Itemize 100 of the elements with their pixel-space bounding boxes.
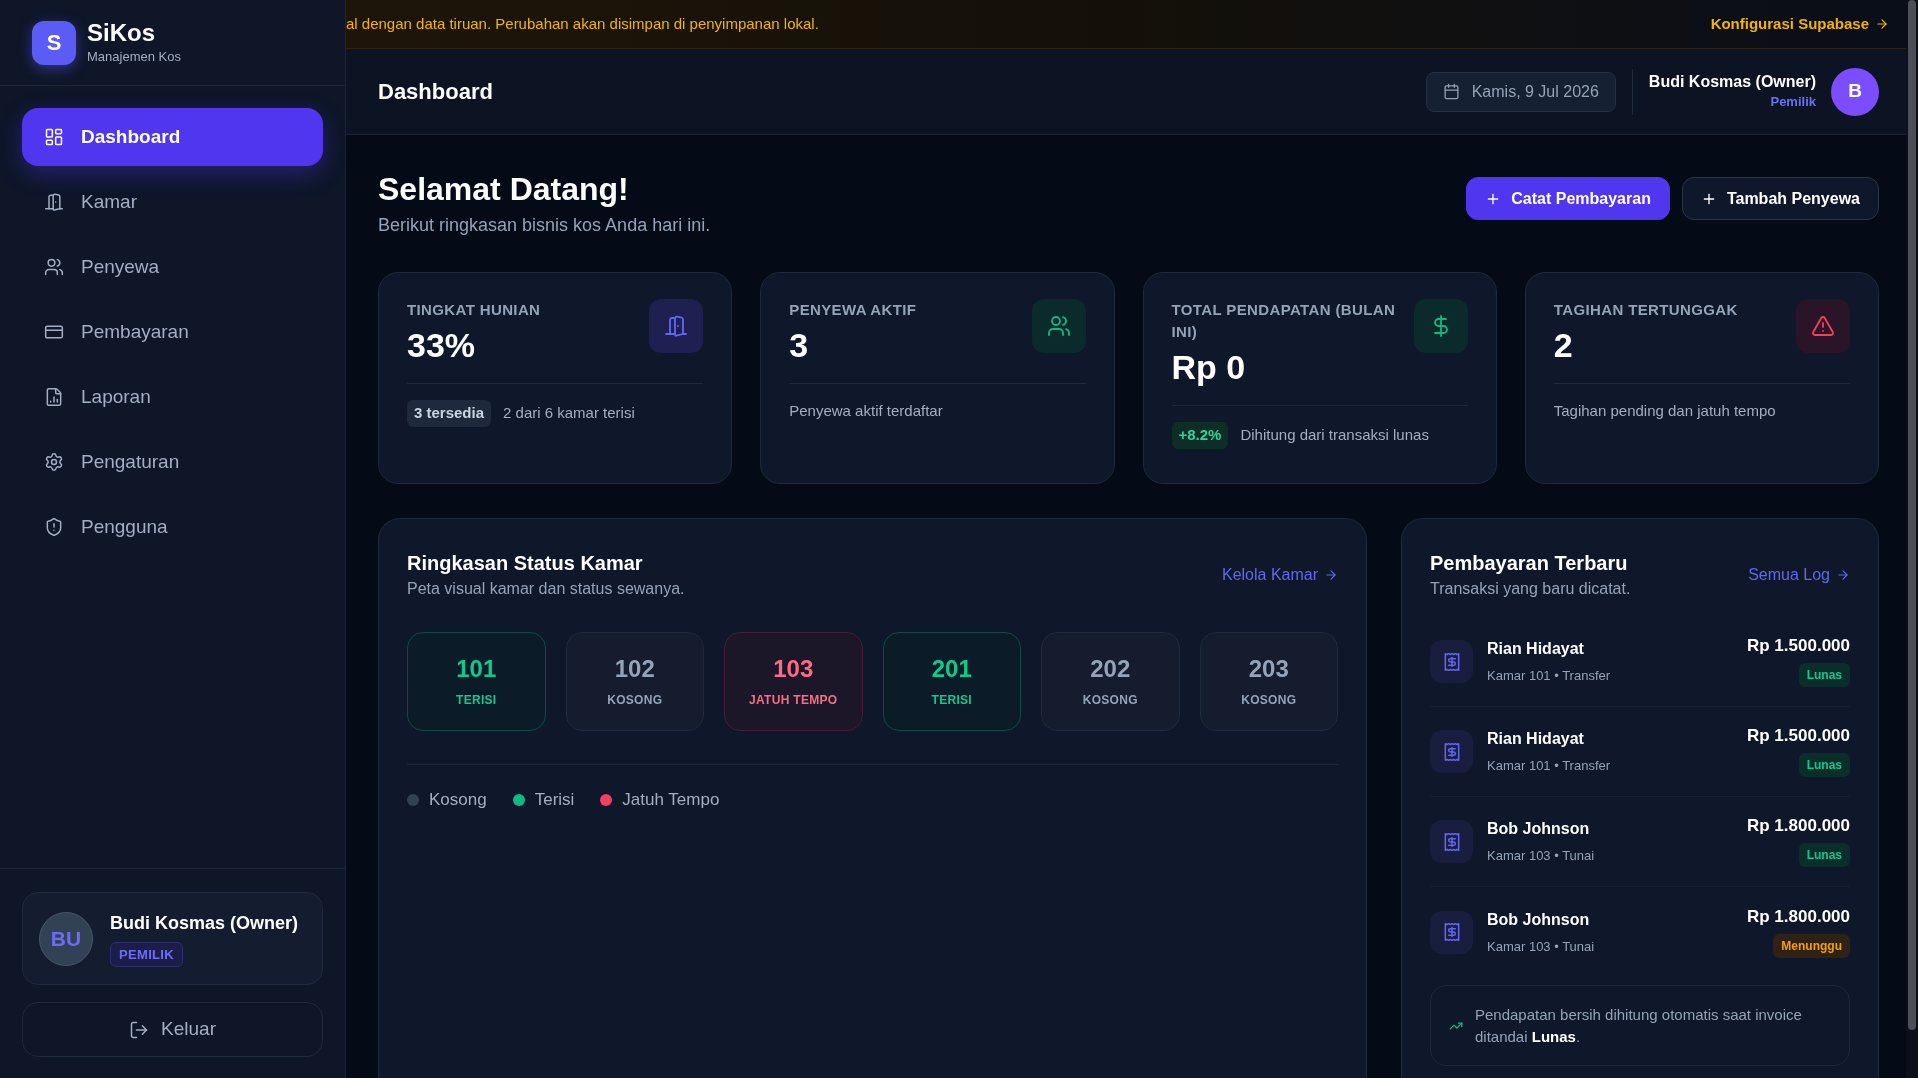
logo-mark: S <box>32 20 76 65</box>
legend-label: Terisi <box>534 789 575 811</box>
room-status: TERISI <box>456 691 497 709</box>
receipt-icon <box>1430 820 1473 863</box>
user-role: Pemilik <box>1770 92 1816 111</box>
date-display[interactable]: Kamis, 9 Jul 2026 <box>1425 71 1616 112</box>
room-status: TERISI <box>931 691 972 709</box>
payment-amount: Rp 1.500.000 <box>1747 636 1850 656</box>
dollar-icon <box>1413 299 1468 353</box>
room-tile[interactable]: 102 KOSONG <box>565 632 704 731</box>
receipt-icon <box>1430 910 1473 954</box>
room-tile[interactable]: 103 JATUH TEMPO <box>724 632 863 731</box>
stat-note: 2 dari 6 kamar terisi <box>503 403 635 423</box>
app-tagline: Manajemen Kos <box>87 47 181 66</box>
room-status: JATUH TEMPO <box>749 691 838 709</box>
stat-value: 33% <box>407 325 477 366</box>
credit-card-icon <box>44 322 64 342</box>
logout-button[interactable]: Keluar <box>22 1002 323 1057</box>
manage-rooms-link[interactable]: Kelola Kamar <box>1221 563 1338 587</box>
payer-name: Rian Hidayat <box>1487 639 1585 659</box>
room-tile[interactable]: 202 KOSONG <box>1041 632 1180 731</box>
room-tile[interactable]: 201 TERISI <box>882 632 1021 731</box>
config-link[interactable]: Konfigurasi Supabase <box>1710 12 1889 36</box>
nav-item[interactable]: Kamar <box>22 173 323 231</box>
stat-value: 3 <box>789 325 810 366</box>
payment-amount: Rp 1.800.000 <box>1747 816 1850 836</box>
payer-name: Bob Johnson <box>1487 909 1591 930</box>
room-number: 201 <box>931 654 972 683</box>
payment-amount: Rp 1.800.000 <box>1747 906 1850 927</box>
stat-label: PENYEWA AKTIF <box>789 300 917 320</box>
door-icon <box>44 192 64 212</box>
nav-item[interactable]: Pengguna <box>22 498 323 556</box>
warning-icon <box>1796 299 1850 353</box>
nav-item[interactable]: Pengaturan <box>22 433 323 491</box>
app-name: SiKos <box>87 18 156 47</box>
room-number: 203 <box>1248 654 1289 683</box>
stat-note: Penyewa aktif terdaftar <box>789 401 943 421</box>
room-number: 103 <box>773 654 814 683</box>
stat-value: Rp 0 <box>1171 347 1247 388</box>
payer-name: Rian Hidayat <box>1487 729 1585 749</box>
payment-amount: Rp 1.500.000 <box>1747 726 1850 746</box>
note-text: Pendapatan bersih dihitung otomatis saat invoice ditandai Lunas. <box>1475 1004 1803 1047</box>
users-icon <box>1031 299 1086 353</box>
shield-icon <box>44 517 64 537</box>
stat-label: TOTAL PENDAPATAN (BULAN INI) <box>1171 300 1397 342</box>
nav-item[interactable]: Penyewa <box>22 238 323 296</box>
user-name: Budi Kosmas (Owner) <box>1648 71 1816 92</box>
all-logs-link[interactable]: Semua Log <box>1748 563 1850 587</box>
receipt-icon <box>1430 730 1473 773</box>
payment-detail: Kamar 103 • Tunai <box>1487 848 1596 864</box>
payment-detail: Kamar 101 • Transfer <box>1487 758 1612 774</box>
nav-item[interactable]: Dashboard <box>22 108 323 166</box>
user-avatar: BU <box>39 911 93 966</box>
user-name: Budi Kosmas (Owner) <box>110 911 299 935</box>
receipt-icon <box>1430 640 1473 683</box>
user-avatar[interactable]: B <box>1831 67 1879 116</box>
calendar-icon <box>1442 83 1460 100</box>
welcome-title: Selamat Datang! <box>378 170 630 209</box>
panel-subtitle: Peta visual kamar dan status sewanya. <box>407 579 685 599</box>
payment-status: Lunas <box>1798 753 1850 777</box>
stat-label: TINGKAT HUNIAN <box>407 300 541 320</box>
settings-icon <box>44 452 64 472</box>
payer-name: Bob Johnson <box>1487 819 1591 839</box>
room-tile[interactable]: 101 TERISI <box>407 632 546 731</box>
payment-detail: Kamar 103 • Tunai <box>1487 938 1596 955</box>
logout-icon <box>129 1019 150 1040</box>
room-status: KOSONG <box>1241 691 1297 709</box>
panel-subtitle: Transaksi yang baru dicatat. <box>1430 579 1631 599</box>
payment-status: Lunas <box>1798 843 1850 867</box>
payment-status: Lunas <box>1798 663 1850 687</box>
nav-item[interactable]: Laporan <box>22 368 323 426</box>
room-number: 202 <box>1090 654 1131 683</box>
stat-badge: 3 tersedia <box>407 400 492 427</box>
nav-item[interactable]: Pembayaran <box>22 303 323 361</box>
payment-detail: Kamar 101 • Transfer <box>1487 668 1612 684</box>
legend-label: Jatuh Tempo <box>622 789 720 811</box>
panel-title: Ringkasan Status Kamar <box>407 551 644 576</box>
scrollbar-thumb[interactable] <box>1908 0 1916 1030</box>
room-status: KOSONG <box>1082 691 1138 709</box>
room-status: KOSONG <box>607 691 663 709</box>
role-badge: PEMILIK <box>110 941 183 968</box>
page-title: Dashboard <box>378 78 493 106</box>
stat-label: TAGIHAN TERTUNGGAK <box>1553 300 1738 320</box>
legend-label: Kosong <box>429 789 487 811</box>
grid-icon <box>44 127 64 147</box>
action-button[interactable]: Catat Pembayaran <box>1466 177 1670 220</box>
action-button[interactable]: Tambah Penyewa <box>1681 177 1879 220</box>
room-number: 102 <box>614 654 655 683</box>
file-chart-icon <box>44 387 64 407</box>
payment-status: Menunggu <box>1773 933 1850 958</box>
stat-badge: +8.2% <box>1171 422 1229 449</box>
stat-note: Tagihan pending dan jatuh tempo <box>1553 401 1776 421</box>
welcome-subtitle: Berikut ringkasan bisnis kos Anda hari ini. <box>378 214 711 237</box>
room-number: 101 <box>456 654 497 683</box>
stat-note: Dihitung dari transaksi lunas <box>1240 425 1429 445</box>
door-icon <box>649 299 704 353</box>
room-tile[interactable]: 203 KOSONG <box>1199 632 1338 731</box>
stat-value: 2 <box>1553 325 1574 366</box>
users-icon <box>44 257 64 277</box>
panel-title: Pembayaran Terbaru <box>1430 551 1629 576</box>
